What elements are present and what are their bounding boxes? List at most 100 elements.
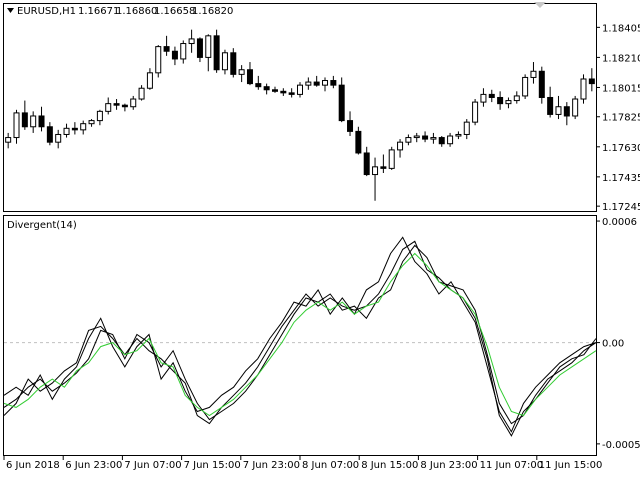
- open-value: 1.16671: [78, 6, 119, 17]
- candle: [271, 86, 278, 93]
- chart-window: EURUSD,H1 1.16671 1.16860 1.16658 1.1682…: [0, 0, 640, 480]
- close-value: 1.16820: [192, 6, 233, 17]
- candle: [46, 122, 53, 146]
- candle: [230, 48, 237, 78]
- indicator-line-1: [3, 244, 597, 425]
- candle: [196, 37, 203, 63]
- candle: [121, 103, 128, 112]
- candle: [447, 132, 454, 147]
- candle: [96, 109, 103, 126]
- candle: [363, 146, 370, 177]
- candle: [155, 45, 162, 78]
- candles-layer: [5, 29, 595, 201]
- candle: [480, 88, 487, 107]
- indicator-line-3: [3, 240, 597, 437]
- candle: [80, 120, 87, 135]
- candle: [472, 99, 479, 126]
- indicator-tick-label: 0.00: [602, 339, 624, 350]
- candle: [555, 95, 562, 120]
- candle: [30, 111, 37, 133]
- candle: [163, 35, 170, 56]
- candle: [405, 134, 412, 146]
- price-tick-label: 1.18210: [602, 53, 640, 64]
- low-value: 1.16658: [154, 6, 195, 17]
- time-tick-label: 7 Jun 23:00: [243, 460, 300, 471]
- price-tick-label: 1.17825: [602, 113, 640, 124]
- candle: [146, 68, 153, 90]
- candle: [372, 157, 379, 201]
- candle: [5, 132, 12, 149]
- candle: [263, 83, 270, 95]
- candle: [280, 88, 287, 96]
- candle: [138, 85, 145, 101]
- candle: [538, 66, 545, 104]
- indicator-label: Divergent(14): [7, 220, 77, 231]
- candle: [572, 95, 579, 120]
- price-tick-label: 1.17435: [602, 173, 640, 184]
- candle: [63, 123, 70, 138]
- candle: [288, 88, 295, 98]
- candle: [422, 131, 429, 143]
- symbol-label: EURUSD,H1: [17, 6, 76, 17]
- candle: [563, 102, 570, 126]
- candle: [547, 86, 554, 118]
- time-tick-label: 7 Jun 15:00: [184, 460, 241, 471]
- time-tick-label: 6 Jun 23:00: [65, 460, 122, 471]
- candle: [38, 106, 45, 132]
- time-tick-label: 6 Jun 2018: [6, 460, 60, 471]
- candle: [180, 40, 187, 64]
- candle: [530, 62, 537, 84]
- candle: [71, 122, 78, 135]
- candle: [188, 29, 195, 53]
- symbol-dropdown-icon[interactable]: [7, 8, 14, 13]
- candle: [347, 111, 354, 137]
- indicator-line-4: [3, 252, 597, 417]
- candle: [330, 75, 337, 89]
- candle: [255, 75, 262, 90]
- candle: [455, 131, 462, 140]
- candle: [297, 82, 303, 98]
- candle: [105, 97, 112, 115]
- candle: [488, 89, 495, 103]
- chart-canvas[interactable]: EURUSD,H1 1.16671 1.16860 1.16658 1.1682…: [0, 0, 640, 480]
- candle: [438, 136, 445, 147]
- candle: [205, 34, 212, 72]
- price-tick-label: 1.18405: [602, 23, 640, 34]
- price-tick-label: 1.17630: [602, 143, 640, 154]
- candle: [430, 132, 437, 144]
- candle: [588, 68, 595, 92]
- time-tick-label: 8 Jun 23:00: [420, 460, 477, 471]
- shift-marker-icon[interactable]: [534, 2, 546, 8]
- price-tick-label: 1.18015: [602, 83, 640, 94]
- candle: [213, 29, 220, 73]
- candle: [497, 91, 504, 110]
- candle: [221, 49, 228, 75]
- candle: [13, 109, 20, 144]
- indicator-tick-label: -0.0005: [602, 440, 640, 451]
- indicator-layer: [3, 236, 597, 437]
- main-pane-frame: [3, 3, 597, 212]
- candle: [338, 77, 345, 123]
- indicator-pane-frame: [3, 215, 597, 456]
- candle: [21, 100, 28, 130]
- candle: [463, 119, 470, 140]
- candle: [55, 129, 62, 149]
- candle: [580, 74, 587, 104]
- candle: [380, 154, 387, 174]
- price-tick-label: 1.17245: [602, 202, 640, 213]
- time-tick-label: 7 Jun 07:00: [124, 460, 181, 471]
- candle: [322, 77, 329, 92]
- candle: [88, 119, 95, 127]
- candle: [305, 77, 312, 90]
- candle: [397, 139, 404, 158]
- candle: [313, 75, 320, 87]
- candle: [246, 62, 253, 86]
- candle: [130, 95, 137, 110]
- indicator-tick-label: 0.0006: [602, 217, 637, 228]
- candle: [505, 97, 512, 109]
- time-tick-label: 8 Jun 15:00: [361, 460, 418, 471]
- candle: [171, 46, 178, 66]
- time-tick-label: 11 Jun 07:00: [480, 460, 544, 471]
- time-tick-label: 8 Jun 07:00: [302, 460, 359, 471]
- candle: [413, 132, 420, 143]
